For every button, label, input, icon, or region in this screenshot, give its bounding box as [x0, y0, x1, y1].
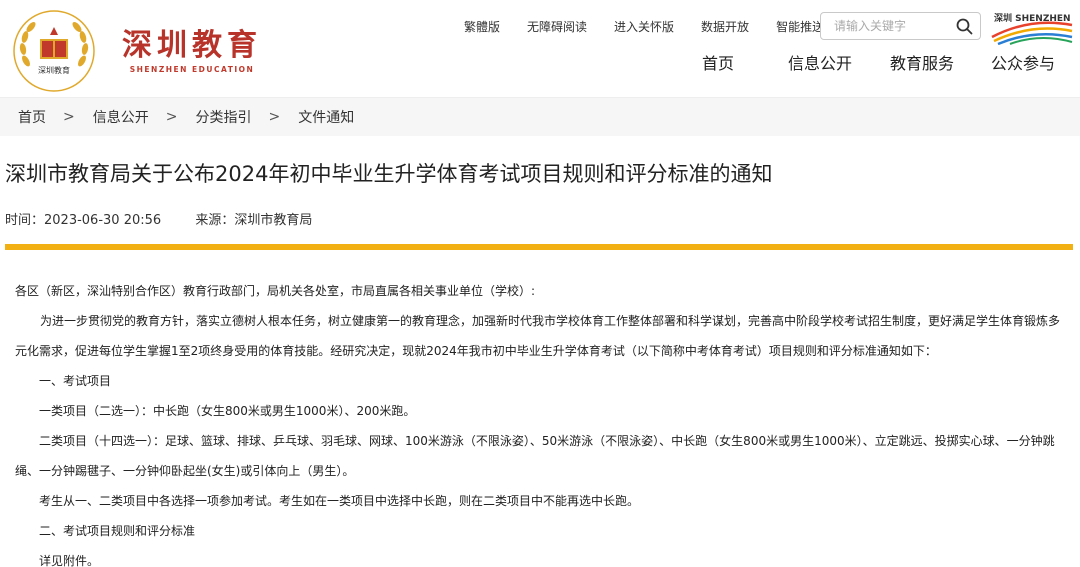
svg-text:深圳教育: 深圳教育 [38, 65, 70, 75]
paragraph-recipients: 各区（新区，深汕特别合作区）教育行政部门，局机关各处室，市局直属各相关事业单位（… [15, 284, 536, 298]
paragraph-category-one: 一类项目（二选一）：中长跑（女生800米或男生1000米）、200米跑。 [39, 404, 416, 418]
breadcrumb-home[interactable]: 首页 [18, 107, 46, 127]
article-meta: 时间：2023-06-30 20:56 来源：深圳市教育局 [5, 212, 312, 230]
logo-name-cn: 深圳教育 [122, 27, 262, 63]
nav-info-disclosure[interactable]: 信息公开 [788, 54, 890, 74]
breadcrumb: 首页 > 信息公开 > 分类指引 > 文件通知 [0, 98, 1080, 136]
breadcrumb-separator: > [63, 109, 75, 125]
paragraph-selection-rule: 考生从一、二类项目中各选择一项参加考试。考生如在一类项目中选择中长跑，则在二类项… [39, 494, 640, 508]
paragraph-category-two: 二类项目（十四选一）：足球、篮球、排球、乒乓球、羽毛球、网球、100米游泳（不限… [15, 434, 1055, 478]
breadcrumb-separator: > [165, 109, 178, 125]
article-title: 深圳市教育局关于公布2024年初中毕业生升学体育考试项目规则和评分标准的通知 [5, 162, 773, 186]
search-icon[interactable] [956, 18, 973, 35]
source-label: 来源： [195, 213, 235, 228]
link-smart-push[interactable]: 智能推送 [776, 19, 824, 35]
title-divider [5, 244, 1073, 250]
link-open-data[interactable]: 数据开放 [701, 19, 749, 35]
main-navigation: 首页 信息公开 教育服务 公众参与 [702, 54, 1055, 74]
link-care-mode[interactable]: 进入关怀版 [614, 19, 674, 35]
paragraph-see-attachment: 详见附件。 [39, 554, 100, 567]
top-utility-links: 繁體版 无障碍阅读 进入关怀版 数据开放 智能推送 [464, 19, 824, 35]
article-body: 各区（新区，深汕特别合作区）教育行政部门，局机关各处室，市局直属各相关事业单位（… [15, 276, 1065, 567]
svg-text:深圳 SHENZHEN CHINA: 深圳 SHENZHEN CHINA [994, 12, 1074, 24]
link-accessible-reading[interactable]: 无障碍阅读 [527, 19, 587, 35]
nav-public-participation[interactable]: 公众参与 [991, 54, 1055, 74]
paragraph-intro: 为进一步贯彻党的教育方针，落实立德树人根本任务，树立健康第一的教育理念，加强新时… [15, 314, 1061, 358]
breadcrumb-info-disclosure[interactable]: 信息公开 [93, 107, 149, 127]
emblem-icon: 深圳教育 [13, 10, 95, 92]
link-traditional-chinese[interactable]: 繁體版 [464, 19, 500, 35]
publish-time: 2023-06-30 20:56 [44, 213, 162, 228]
nav-home[interactable]: 首页 [702, 54, 788, 74]
breadcrumb-document-notices[interactable]: 文件通知 [298, 107, 354, 127]
logo-name-en: SHENZHEN EDUCATION [129, 64, 255, 74]
nav-education-services[interactable]: 教育服务 [890, 54, 991, 74]
section-heading-rules: 二、考试项目规则和评分标准 [39, 524, 196, 538]
breadcrumb-separator: > [268, 109, 281, 125]
time-label: 时间： [5, 213, 45, 228]
breadcrumb-category-guide[interactable]: 分类指引 [195, 107, 251, 127]
site-header: 深圳教育 深圳教育 SHENZHEN EDUCATION 繁體版 无障碍阅读 进… [0, 0, 1080, 98]
search-input[interactable] [834, 13, 952, 39]
site-logo[interactable]: 深圳教育 深圳教育 SHENZHEN EDUCATION [12, 9, 262, 93]
section-heading-items: 一、考试项目 [39, 374, 112, 388]
shenzhen-city-logo[interactable]: 深圳 SHENZHEN CHINA [990, 11, 1074, 45]
logo-text: 深圳教育 SHENZHEN EDUCATION [122, 27, 262, 74]
article-source: 深圳市教育局 [234, 213, 313, 228]
search-box [820, 12, 981, 40]
